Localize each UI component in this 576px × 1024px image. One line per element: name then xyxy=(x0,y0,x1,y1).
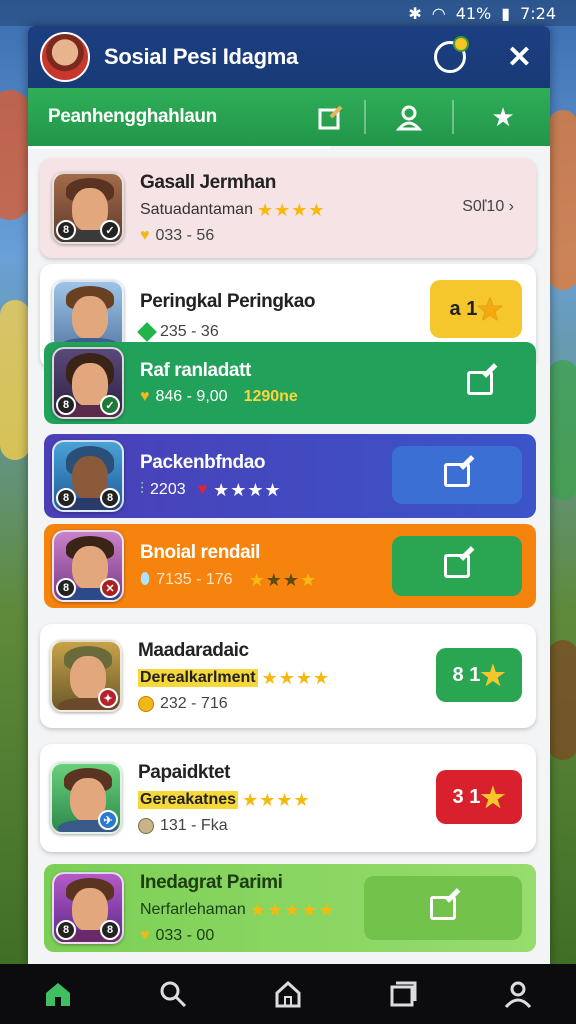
coin-icon xyxy=(138,695,154,712)
notification-dot xyxy=(453,36,469,52)
player-title: Nerfarlehaman xyxy=(140,901,246,918)
house-icon[interactable] xyxy=(268,974,308,1014)
rating-stars: ★★★★★ xyxy=(249,899,336,920)
battery-text: 41% xyxy=(455,3,492,23)
heart-icon: ♥ xyxy=(197,481,208,498)
gem-icon xyxy=(137,322,157,342)
star-icon[interactable]: ★ xyxy=(486,100,520,134)
view-more-link[interactable]: S0ľ10 › xyxy=(462,198,514,216)
player-score: 033 - 00 xyxy=(155,926,215,944)
list-item[interactable]: 88 Inedagrat Parimi Nerfarlehaman ★★★★★ … xyxy=(44,864,536,952)
wifi-icon: ◠ xyxy=(431,3,446,23)
rating-stars: ★★★★ xyxy=(248,569,318,590)
gem-icon: ⬮ xyxy=(140,571,151,588)
section-tab-bar: Peanhengghahlaun ★ xyxy=(28,88,550,149)
player-score: 2203 xyxy=(150,481,186,498)
home-icon[interactable] xyxy=(38,974,78,1014)
rank-prefix: 8 xyxy=(452,663,464,686)
rank-prefix: 3 xyxy=(452,785,464,808)
heart-icon: ♥ xyxy=(140,926,150,944)
rank-prefix: a xyxy=(449,297,461,320)
rank-button[interactable]: 3 1 ★ xyxy=(436,770,522,824)
list-item[interactable]: ✈ Papaidktet Gereakatnes ★★★★ 131 - Fka … xyxy=(40,744,536,852)
edit-button[interactable] xyxy=(392,536,522,596)
divider xyxy=(452,100,454,134)
recent-apps-icon[interactable] xyxy=(383,974,423,1014)
player-score: 235 - 36 xyxy=(160,323,219,340)
player-score: 7135 - 176 xyxy=(156,571,233,588)
player-score: 846 - 9,00 xyxy=(155,388,228,405)
list-item[interactable]: 8 ✓ Raf ranladatt ♥ 846 - 9,00 1290ne xyxy=(44,342,536,424)
coin-icon xyxy=(138,817,154,834)
player-avatar: ✦ xyxy=(50,640,122,712)
clock: 7:24 xyxy=(520,3,556,23)
player-title: Gereakatnes xyxy=(138,791,239,809)
status-bar: ✱ ◠ 41% ▮ 7:24 xyxy=(0,0,576,26)
rank-button[interactable]: a 1 ★ xyxy=(430,280,522,338)
list-item[interactable]: 8 ✕ Bnoial rendail ⬮ 7135 - 176 ★★★★ xyxy=(44,524,536,608)
player-avatar: 88 xyxy=(52,872,124,944)
edit-button[interactable] xyxy=(438,358,522,408)
friends-icon[interactable] xyxy=(392,100,426,134)
player-avatar: 8 ✕ xyxy=(52,530,124,602)
heart-icon: ♥ xyxy=(140,388,150,405)
edit-button[interactable] xyxy=(392,446,522,504)
edit-button[interactable] xyxy=(364,876,522,940)
edit-profile-icon[interactable] xyxy=(314,100,348,134)
rating-stars: ★★★★ xyxy=(242,789,311,810)
refresh-icon[interactable] xyxy=(434,36,469,73)
player-avatar: 8 ✓ xyxy=(52,172,124,244)
divider xyxy=(364,100,366,134)
tab-leaderboard[interactable]: Peanhengghahlaun xyxy=(48,106,217,128)
player-title: Derealkarlment xyxy=(138,669,258,687)
rank-number: 1 xyxy=(469,785,481,808)
player-avatar: ✈ xyxy=(50,762,122,834)
rating-stars: ★★★★ xyxy=(261,667,331,688)
rating-stars: ★★★★ xyxy=(213,479,282,500)
profile-icon[interactable] xyxy=(498,974,538,1014)
search-icon[interactable] xyxy=(153,974,193,1014)
edit-icon xyxy=(430,896,456,920)
avatar[interactable] xyxy=(40,32,90,82)
star-icon: ★ xyxy=(480,659,506,691)
edit-icon xyxy=(444,554,470,578)
player-points: 1290ne xyxy=(243,388,298,405)
close-icon[interactable]: ✕ xyxy=(507,40,532,75)
star-icon: ★ xyxy=(477,293,503,325)
bottom-navbar xyxy=(0,964,576,1024)
edit-icon xyxy=(444,463,470,487)
player-title: Satuadantaman xyxy=(140,201,253,218)
star-icon: ★ xyxy=(480,781,506,813)
leaderboard-panel: Sosial Pesi Idagma ✕ Peanhengghahlaun ★ … xyxy=(28,26,550,964)
edit-icon xyxy=(467,371,493,395)
list-item[interactable]: ✦ Maadaradaic Derealkarlment ★★★★ 232 - … xyxy=(40,624,536,728)
player-score: 033 - 56 xyxy=(155,226,215,244)
rating-stars: ★★★★ xyxy=(256,199,326,220)
coins-icon: ⫶ xyxy=(140,481,145,498)
active-tab-indicator xyxy=(28,146,330,149)
list-item[interactable]: 8 ✓ Gasall Jermhan Satuadantaman ★★★★ ♥ 0… xyxy=(40,158,536,258)
player-score: 131 - Fka xyxy=(160,816,228,834)
rank-number: 1 xyxy=(469,663,481,686)
player-avatar: 88 xyxy=(52,440,124,512)
bluetooth-icon: ✱ xyxy=(408,3,422,23)
rank-number: 1 xyxy=(466,297,478,320)
panel-header: Sosial Pesi Idagma ✕ xyxy=(28,26,550,88)
rank-button[interactable]: 8 1 ★ xyxy=(436,648,522,702)
player-name: Gasall Jermhan xyxy=(140,171,276,193)
page-title: Sosial Pesi Idagma xyxy=(104,44,298,69)
battery-icon: ▮ xyxy=(501,3,511,23)
list-item[interactable]: 88 Packenbfndao ⫶ 2203 ♥ ★★★★ xyxy=(44,434,536,518)
heart-icon: ♥ xyxy=(140,226,150,244)
player-score: 232 - 716 xyxy=(160,694,228,712)
player-avatar: 8 ✓ xyxy=(52,347,124,419)
